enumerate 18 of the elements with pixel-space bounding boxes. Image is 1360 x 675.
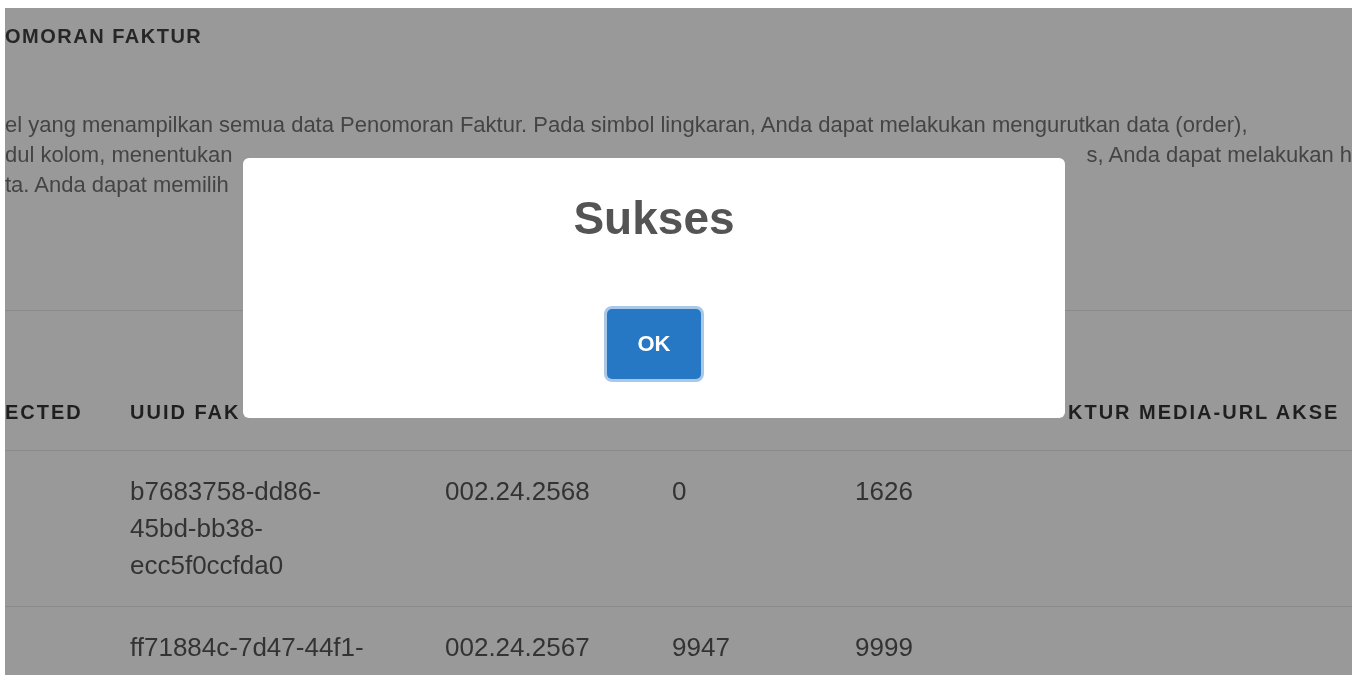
table-cell-text: 1626	[855, 475, 914, 508]
table-cell-text: 002.24.2568	[445, 475, 591, 508]
table-cell-text: 0	[672, 475, 688, 508]
table-cell-text: b7683758-dd86-45bd-bb38-ecc5f0ccfda0	[130, 475, 322, 582]
column-header: UUID FAK	[130, 401, 241, 423]
description-text: dul kolom, menentukan	[5, 141, 233, 169]
column-header: ECTED	[5, 401, 83, 423]
table-cell-text: 9999	[855, 631, 914, 664]
description-text: el yang menampilkan semua data Penomoran Faktur. Pada simbol lingkaran, Anda dapat melakukan mengurutkan data (order),	[5, 111, 1248, 139]
description-text: ta. Anda dapat memilih	[5, 171, 229, 199]
table-cell-text: 002.24.2567	[445, 631, 591, 664]
column-header: KTUR MEDIA-URL AKSE	[1068, 401, 1340, 423]
page-title: OMORAN FAKTUR	[5, 25, 204, 47]
table-cell-text: ff71884c-7d47-44f1-	[130, 631, 365, 664]
description-text: s, Anda dapat melakukan h	[1086, 141, 1352, 169]
table-cell-text: 9947	[672, 631, 731, 664]
dialog-title: Sukses	[573, 192, 735, 245]
ok-button[interactable]: OK	[607, 309, 701, 379]
